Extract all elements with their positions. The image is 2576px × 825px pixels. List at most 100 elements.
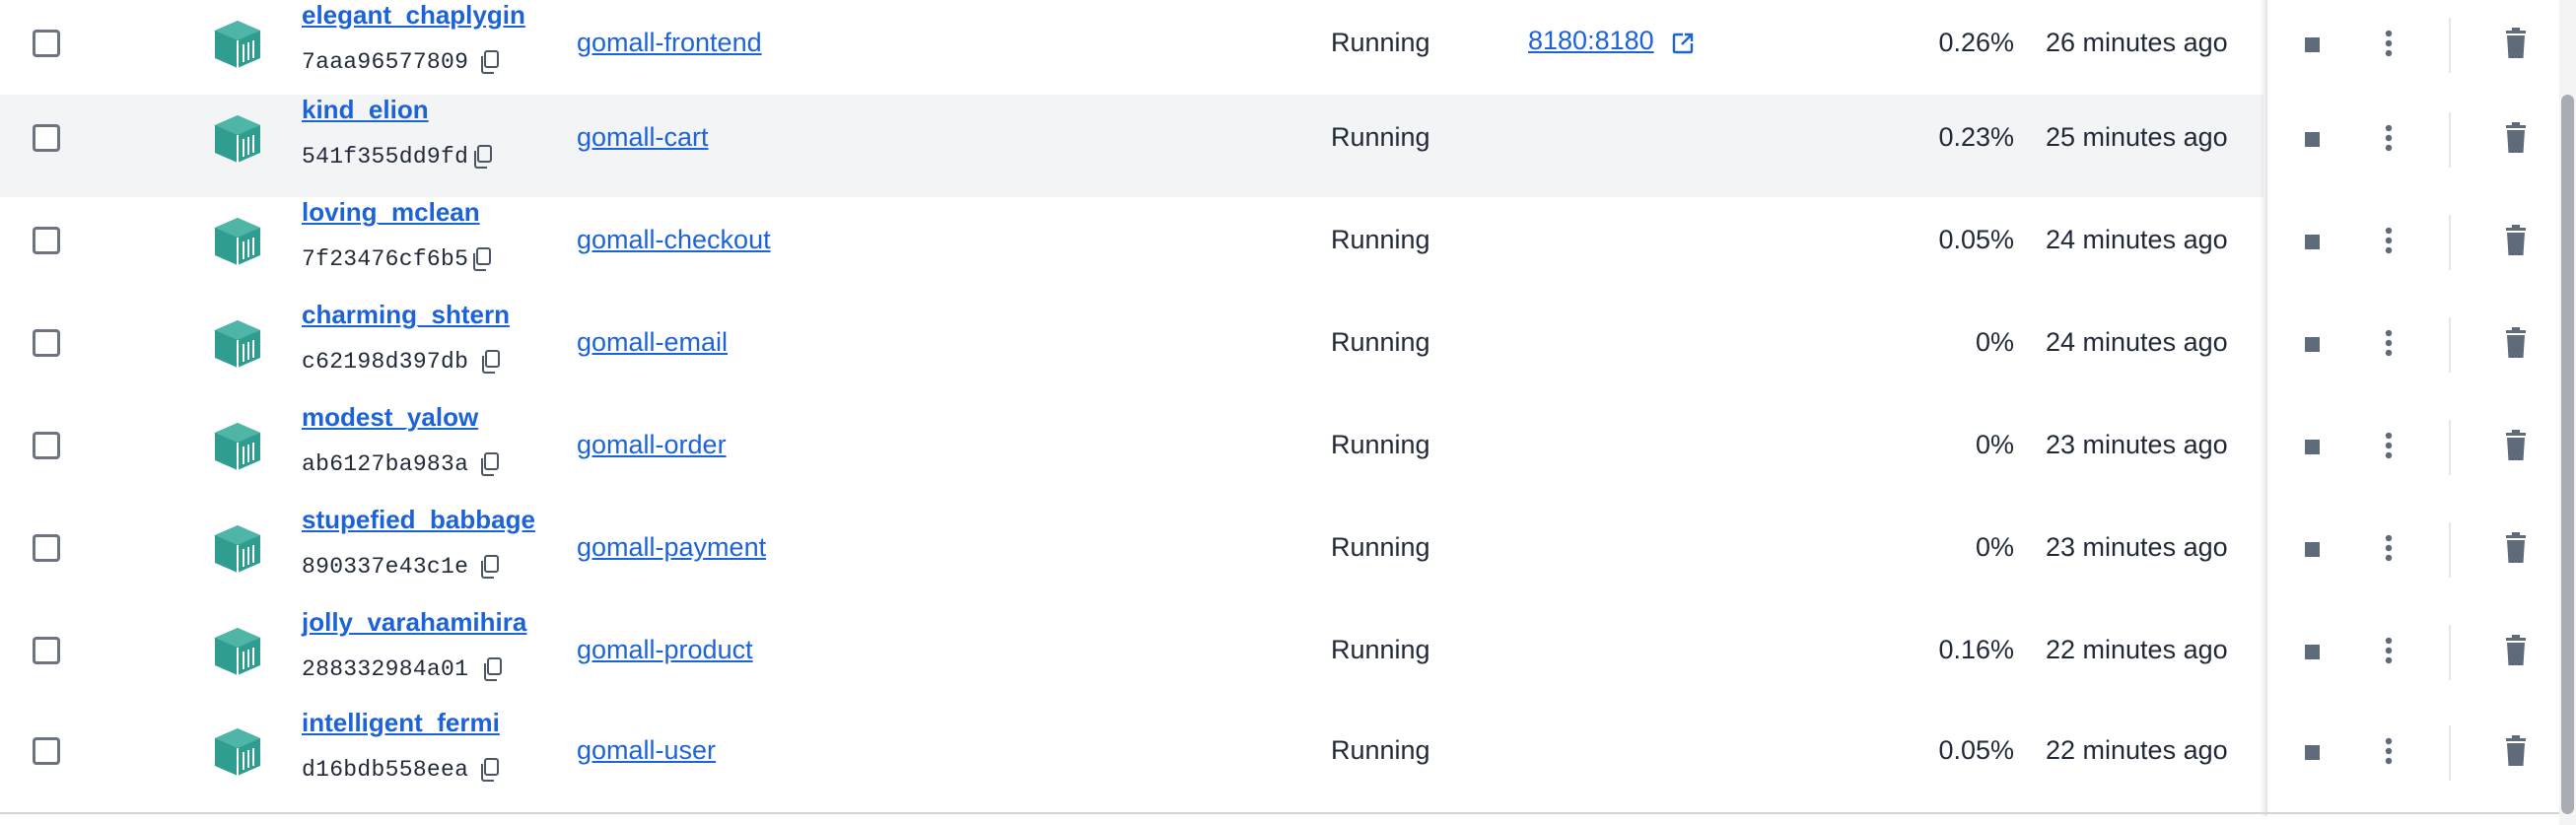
status-text: Running xyxy=(1331,635,1430,664)
row-select-checkbox[interactable] xyxy=(33,227,60,254)
image-link[interactable]: gomall-checkout xyxy=(577,225,771,255)
actions-separator xyxy=(2449,112,2451,168)
container-name-link[interactable]: stupefied_babbage xyxy=(302,505,535,535)
more-vertical-icon xyxy=(2374,30,2403,65)
cpu-usage: 0.26% xyxy=(1938,28,2014,57)
more-vertical-icon xyxy=(2374,329,2403,365)
copy-icon[interactable] xyxy=(472,144,494,170)
table-row: modest_yalow ab6127ba983a gomall-order Run… xyxy=(0,402,2576,505)
image-link[interactable]: gomall-cart xyxy=(577,122,709,153)
actions-separator xyxy=(2449,625,2451,680)
last-started: 26 minutes ago xyxy=(2046,28,2228,57)
port-link[interactable]: 8180:8180 xyxy=(1528,26,1654,56)
image-link[interactable]: gomall-frontend xyxy=(577,28,762,58)
more-vertical-icon xyxy=(2374,534,2403,570)
table-row: stupefied_babbage 890337e43c1e gomall-pay… xyxy=(0,505,2576,607)
container-icon xyxy=(211,215,264,268)
container-name-link[interactable]: loving_mclean xyxy=(302,197,480,228)
stop-button[interactable] xyxy=(2297,534,2327,564)
image-link[interactable]: gomall-product xyxy=(577,635,753,665)
copy-icon[interactable] xyxy=(480,349,502,375)
stop-button[interactable] xyxy=(2297,637,2327,666)
stop-button[interactable] xyxy=(2297,432,2327,461)
container-name-link[interactable]: modest_yalow xyxy=(302,402,478,433)
row-select-checkbox[interactable] xyxy=(33,432,60,459)
container-name-link[interactable]: intelligent_fermi xyxy=(302,708,500,738)
container-id: 7f23476cf6b5 xyxy=(302,246,469,272)
copy-icon[interactable] xyxy=(482,656,504,682)
container-name-link[interactable]: kind_elion xyxy=(302,95,429,125)
image-link[interactable]: gomall-user xyxy=(577,735,716,766)
container-id: 288332984a01 xyxy=(302,656,469,682)
container-id: 7aaa96577809 xyxy=(302,49,469,75)
container-icon xyxy=(211,18,264,71)
container-id: c62198d397db xyxy=(302,349,469,375)
image-link[interactable]: gomall-order xyxy=(577,430,727,460)
status-text: Running xyxy=(1331,122,1430,152)
trash-icon xyxy=(2501,327,2531,363)
stop-button[interactable] xyxy=(2297,737,2327,767)
row-select-checkbox[interactable] xyxy=(33,737,60,765)
container-name-link[interactable]: elegant_chaplygin xyxy=(302,0,525,31)
copy-icon[interactable] xyxy=(479,49,501,75)
row-select-checkbox[interactable] xyxy=(33,637,60,664)
container-name-link[interactable]: charming_shtern xyxy=(302,300,510,330)
more-actions-button[interactable] xyxy=(2374,633,2403,668)
last-started: 22 minutes ago xyxy=(2046,735,2228,765)
delete-button[interactable] xyxy=(2501,735,2531,767)
more-actions-button[interactable] xyxy=(2374,223,2403,258)
copy-icon[interactable] xyxy=(471,246,493,272)
delete-button[interactable] xyxy=(2501,532,2531,564)
more-actions-button[interactable] xyxy=(2374,530,2403,566)
more-actions-button[interactable] xyxy=(2374,26,2403,61)
container-icon xyxy=(211,420,264,473)
cpu-usage: 0% xyxy=(1975,532,2014,562)
more-actions-button[interactable] xyxy=(2374,428,2403,463)
delete-button[interactable] xyxy=(2501,225,2531,256)
trash-icon xyxy=(2501,532,2531,568)
delete-button[interactable] xyxy=(2501,122,2531,154)
delete-button[interactable] xyxy=(2501,635,2531,666)
vertical-scrollbar-thumb[interactable] xyxy=(2561,95,2574,814)
row-select-checkbox[interactable] xyxy=(33,124,60,152)
delete-button[interactable] xyxy=(2501,430,2531,461)
stop-button[interactable] xyxy=(2297,124,2327,154)
cpu-usage: 0% xyxy=(1975,327,2014,357)
trash-icon xyxy=(2501,28,2531,63)
more-vertical-icon xyxy=(2374,637,2403,672)
container-name-link[interactable]: jolly_varahamihira xyxy=(302,607,526,638)
image-link[interactable]: gomall-email xyxy=(577,327,728,358)
more-actions-button[interactable] xyxy=(2374,120,2403,156)
copy-icon[interactable] xyxy=(479,451,501,477)
trash-icon xyxy=(2501,735,2531,771)
more-actions-button[interactable] xyxy=(2374,325,2403,361)
stop-button[interactable] xyxy=(2297,30,2327,59)
actions-separator xyxy=(2449,522,2451,578)
stop-icon xyxy=(2304,644,2320,659)
status-text: Running xyxy=(1331,225,1430,254)
container-icon xyxy=(211,112,264,166)
image-link[interactable]: gomall-payment xyxy=(577,532,766,563)
cpu-usage: 0% xyxy=(1975,430,2014,459)
container-id: ab6127ba983a xyxy=(302,451,469,477)
status-text: Running xyxy=(1331,735,1430,765)
container-id: 890337e43c1e xyxy=(302,554,469,580)
row-select-checkbox[interactable] xyxy=(33,30,60,57)
stop-icon xyxy=(2304,541,2320,557)
last-started: 22 minutes ago xyxy=(2046,635,2228,664)
external-link-icon[interactable] xyxy=(1671,32,1695,55)
delete-button[interactable] xyxy=(2501,28,2531,59)
cpu-usage: 0.16% xyxy=(1938,635,2014,664)
status-text: Running xyxy=(1331,532,1430,562)
row-select-checkbox[interactable] xyxy=(33,329,60,357)
table-row: loving_mclean 7f23476cf6b5 gomall-checkou… xyxy=(0,197,2576,300)
more-actions-button[interactable] xyxy=(2374,733,2403,769)
stop-button[interactable] xyxy=(2297,329,2327,359)
stop-icon xyxy=(2304,336,2320,352)
copy-icon[interactable] xyxy=(479,554,501,580)
delete-button[interactable] xyxy=(2501,327,2531,359)
row-select-checkbox[interactable] xyxy=(33,534,60,562)
copy-icon[interactable] xyxy=(479,757,501,783)
trash-icon xyxy=(2501,225,2531,260)
stop-button[interactable] xyxy=(2297,227,2327,256)
